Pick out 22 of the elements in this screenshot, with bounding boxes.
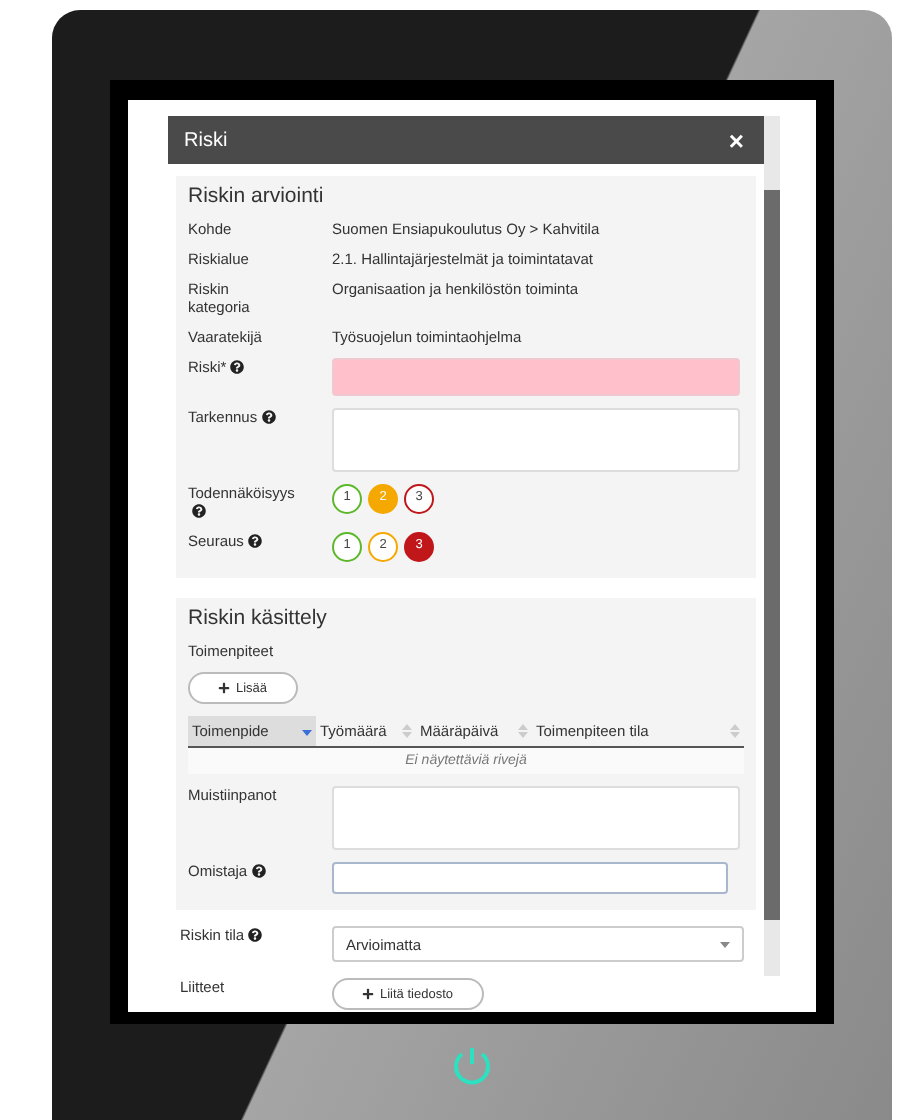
input-field[interactable] <box>332 786 740 850</box>
sort-icon <box>402 724 412 738</box>
input-field[interactable] <box>332 358 740 396</box>
close-button[interactable]: × <box>728 127 744 153</box>
plus-icon <box>218 682 230 694</box>
dialog-title: Riski <box>184 129 228 151</box>
sort-icon <box>302 724 312 738</box>
help-icon[interactable] <box>247 534 262 548</box>
help-icon[interactable] <box>261 410 276 424</box>
help-icon[interactable] <box>248 928 263 942</box>
section-heading: Riskin arviointi <box>188 184 326 208</box>
caret-icon <box>720 941 730 947</box>
input-field[interactable] <box>332 862 728 894</box>
sort-icon <box>730 724 740 738</box>
help-icon[interactable] <box>230 360 245 374</box>
help-icon[interactable] <box>192 504 206 518</box>
scrollbar[interactable] <box>764 116 780 976</box>
plus-icon <box>362 988 374 1000</box>
input-field[interactable] <box>332 408 740 472</box>
section-heading: Riskin käsittely <box>188 606 329 630</box>
sort-icon <box>518 724 528 738</box>
help-icon[interactable] <box>251 864 266 878</box>
